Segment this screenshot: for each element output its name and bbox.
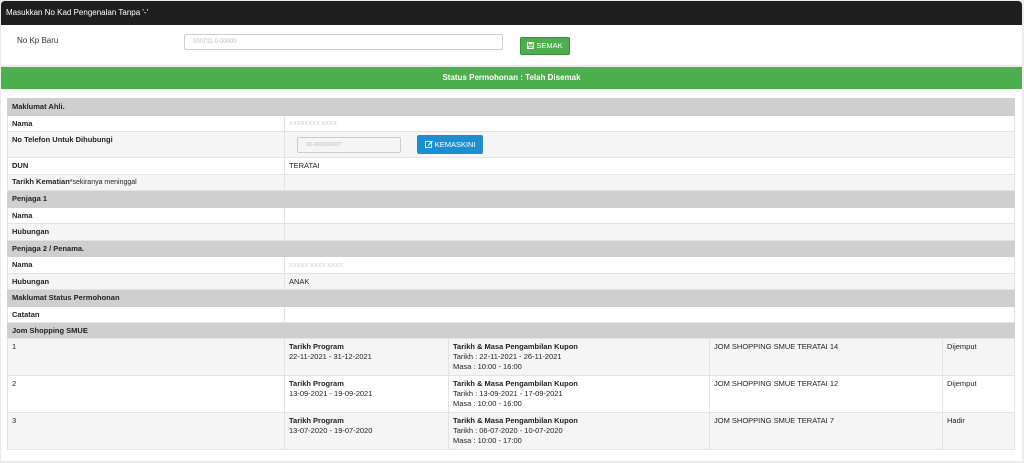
section-row: Maklumat Ahli. xyxy=(7,98,1015,116)
nama-value: XXXXXXXX XXXX xyxy=(289,121,338,127)
status-text: Status Permohonan : Telah Disemak xyxy=(442,73,581,82)
kematian-note: *sekiranya meninggal xyxy=(69,179,137,186)
p2-hubungan-value: ANAK xyxy=(284,273,1015,290)
program-title: Tarikh Program xyxy=(289,379,344,388)
phone-label: No Telefon Untuk Dihubungi xyxy=(7,131,285,158)
table-row: Tarikh Kematian*sekiranya meninggal xyxy=(7,174,1015,191)
page: Masukkan No Kad Pengenalan Tanpa '-' No … xyxy=(0,0,1024,463)
header-title: Masukkan No Kad Pengenalan Tanpa '-' xyxy=(6,8,149,17)
p1-hubungan-value xyxy=(284,223,1015,241)
kupon-tarikh: Tarikh : 22-11-2021 - 26-11-2021 xyxy=(453,352,562,361)
dun-value: TERATAI xyxy=(284,157,1015,175)
kupon-masa: Masa : 10:00 - 16:00 xyxy=(453,399,522,408)
p1-nama-label: Nama xyxy=(7,207,285,224)
program-title: Tarikh Program xyxy=(289,342,344,351)
section-row: Jom Shopping SMUE xyxy=(7,322,1015,340)
info-table: Maklumat Ahli. Nama XXXXXXXX XXXX No Tel… xyxy=(7,98,1015,340)
section-penjaga1: Penjaga 1 xyxy=(7,190,1015,208)
program-dates: 22-11-2021 - 31-12-2021 xyxy=(289,352,372,361)
table-row: Catatan xyxy=(7,306,1015,323)
kematian-label: Tarikh Kematian xyxy=(12,177,70,186)
kupon-title: Tarikh & Masa Pengambilan Kupon xyxy=(453,379,578,388)
kupon-masa: Masa : 10:00 - 17:00 xyxy=(453,436,522,445)
table-row: 2 Tarikh Program 13-09-2021 - 19-09-2021 … xyxy=(7,375,1015,413)
kematian-cell: Tarikh Kematian*sekiranya meninggal xyxy=(7,174,285,191)
kupon-tarikh: Tarikh : 06-07-2020 - 10-07-2020 xyxy=(453,426,563,435)
kupon-tarikh: Tarikh : 13-09-2021 - 17-09-2021 xyxy=(453,389,563,398)
nama-label: Nama xyxy=(7,115,285,132)
section-row: Penjaga 1 xyxy=(7,190,1015,208)
shop-event: JOM SHOPPING SMUE TERATAI 12 xyxy=(709,375,943,413)
p1-nama-value xyxy=(284,207,1015,224)
status-bar: Status Permohonan : Telah Disemak xyxy=(1,67,1022,89)
table-row: DUN TERATAI xyxy=(7,157,1015,175)
main-content: Maklumat Ahli. Nama XXXXXXXX XXXX No Tel… xyxy=(1,89,1022,461)
p2-nama-value: XXXXX XXXX XXXX xyxy=(289,262,343,269)
table-row: Nama xyxy=(7,207,1015,224)
program-title: Tarikh Program xyxy=(289,416,344,425)
table-row: No Telefon Untuk Dihubungi 00-000000007 … xyxy=(7,131,1015,158)
kematian-value xyxy=(284,174,1015,191)
p2-hubungan-label: Hubungan xyxy=(7,273,285,290)
shop-event: JOM SHOPPING SMUE TERATAI 7 xyxy=(709,412,943,450)
section-status: Maklumat Status Permohonan xyxy=(7,289,1015,307)
search-panel: No Kp Baru 000711-0-00000 SEMAK xyxy=(1,25,1022,65)
table-row: 1 Tarikh Program 22-11-2021 - 31-12-2021 … xyxy=(7,338,1015,376)
catatan-label: Catatan xyxy=(7,306,285,323)
shop-status: Dijemput xyxy=(942,375,1015,413)
shop-event: JOM SHOPPING SMUE TERATAI 14 xyxy=(709,338,943,376)
semak-button[interactable]: SEMAK xyxy=(520,37,570,55)
shop-no: 1 xyxy=(7,338,285,376)
shopping-table: 1 Tarikh Program 22-11-2021 - 31-12-2021 … xyxy=(7,338,1015,450)
kupon-title: Tarikh & Masa Pengambilan Kupon xyxy=(453,342,578,351)
phone-input-value: 00-000000007 xyxy=(306,141,342,148)
section-penjaga2: Penjaga 2 / Penama. xyxy=(7,240,1015,257)
section-row: Penjaga 2 / Penama. xyxy=(7,240,1015,257)
table-row: Hubungan xyxy=(7,223,1015,241)
section-ahli: Maklumat Ahli. xyxy=(7,98,1015,116)
header-bar: Masukkan No Kad Pengenalan Tanpa '-' xyxy=(1,1,1022,25)
kp-input-value: 000711-0-00000 xyxy=(193,39,237,45)
section-row: Maklumat Status Permohonan xyxy=(7,289,1015,307)
semak-button-label: SEMAK xyxy=(536,41,563,50)
dun-label: DUN xyxy=(7,157,285,175)
kp-label: No Kp Baru xyxy=(17,36,59,45)
kemaskini-button[interactable]: KEMASKINI xyxy=(417,135,484,154)
table-row: Nama XXXXX XXXX XXXX xyxy=(7,256,1015,274)
section-shopping: Jom Shopping SMUE xyxy=(7,322,1015,340)
program-dates: 13-09-2021 - 19-09-2021 xyxy=(289,389,373,398)
table-row: Hubungan ANAK xyxy=(7,273,1015,290)
table-row: Nama XXXXXXXX XXXX xyxy=(7,115,1015,132)
kupon-masa: Masa : 10:00 - 16:00 xyxy=(453,362,522,371)
shop-status: Hadir xyxy=(942,412,1015,450)
shop-status: Dijemput xyxy=(942,338,1015,376)
kp-input[interactable]: 000711-0-00000 xyxy=(184,34,503,50)
kupon-title: Tarikh & Masa Pengambilan Kupon xyxy=(453,416,578,425)
shop-no: 3 xyxy=(7,412,285,450)
catatan-value xyxy=(284,306,1015,323)
kemaskini-label: KEMASKINI xyxy=(434,140,476,149)
p2-nama-label: Nama xyxy=(7,256,285,274)
edit-icon xyxy=(424,140,435,149)
phone-input[interactable]: 00-000000007 xyxy=(297,136,401,153)
table-row: 3 Tarikh Program 13-07-2020 - 19-07-2020 … xyxy=(7,412,1015,450)
program-dates: 13-07-2020 - 19-07-2020 xyxy=(289,426,373,435)
shop-no: 2 xyxy=(7,375,285,413)
p1-hubungan-label: Hubungan xyxy=(7,223,285,241)
